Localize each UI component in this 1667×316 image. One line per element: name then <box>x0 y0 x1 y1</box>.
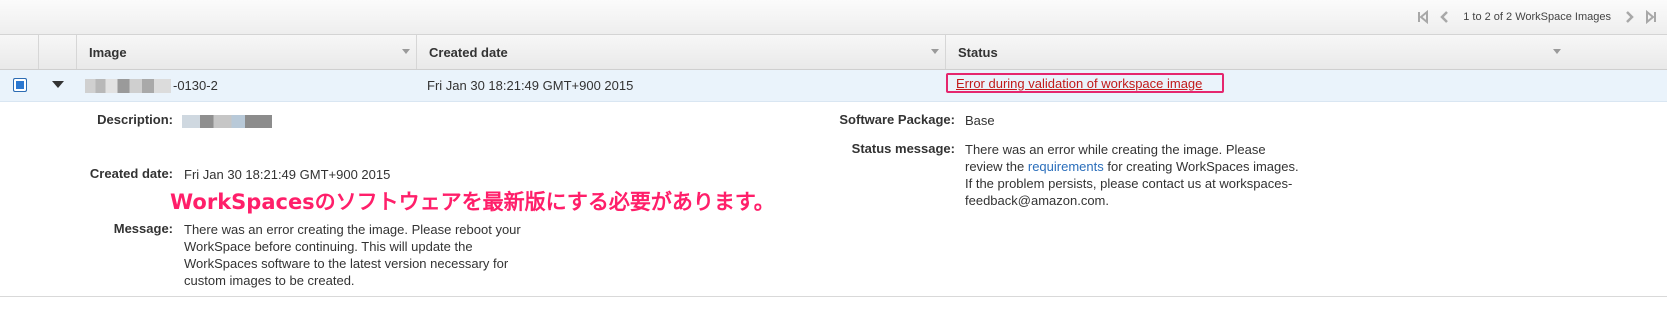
column-header-created-date-label: Created date <box>429 44 508 60</box>
created-date-cell: Fri Jan 30 18:21:49 GMT+900 2015 <box>427 78 634 93</box>
status-message-line: If the problem persists, please contact … <box>965 176 1293 191</box>
column-header-image[interactable]: Image <box>76 35 416 69</box>
status-message-text: There was an error while creating the im… <box>965 141 1365 209</box>
message-line: custom images to be created. <box>184 273 355 288</box>
status-message-label: Status message: <box>851 141 955 156</box>
japanese-annotation-caption: WorkSpacesのソフトウェアを最新版にする必要があります。 <box>170 190 775 214</box>
pagination-bar: 1 to 2 of 2 WorkSpace Images <box>0 0 1667 35</box>
select-column-header <box>0 35 38 69</box>
column-header-image-label: Image <box>89 44 127 60</box>
pager: 1 to 2 of 2 WorkSpace Images <box>1415 8 1659 26</box>
last-page-icon[interactable] <box>1643 9 1659 25</box>
status-message-line: There was an error while creating the im… <box>965 142 1266 157</box>
status-message-line: feedback@amazon.com. <box>965 193 1109 208</box>
status-message-line: review the requirements for creating Wor… <box>965 158 1365 175</box>
status-error-link[interactable]: Error during validation of workspace ima… <box>946 73 1224 93</box>
requirements-link[interactable]: requirements <box>1028 159 1104 174</box>
table-header: Image Created date Status <box>0 35 1667 70</box>
column-header-status[interactable]: Status <box>945 35 1567 69</box>
message-line: There was an error creating the image. P… <box>184 222 521 237</box>
next-page-icon[interactable] <box>1621 9 1637 25</box>
column-header-created-date[interactable]: Created date <box>416 35 945 69</box>
sort-caret-icon[interactable] <box>1553 49 1561 54</box>
column-header-status-label: Status <box>958 44 998 60</box>
expand-column-header <box>38 35 76 69</box>
message-line: WorkSpace before continuing. This will u… <box>184 239 473 254</box>
created-date-value: Fri Jan 30 18:21:49 GMT+900 2015 <box>184 167 391 182</box>
previous-page-icon[interactable] <box>1437 9 1453 25</box>
created-date-label: Created date: <box>89 166 173 181</box>
status-message-text-part: for creating WorkSpaces images. <box>1107 159 1299 174</box>
software-package-value: Base <box>965 113 995 128</box>
first-page-icon[interactable] <box>1415 9 1431 25</box>
software-package-label: Software Package: <box>839 112 955 127</box>
redacted-image-name <box>85 78 171 93</box>
message-label: Message: <box>113 221 173 236</box>
redacted-description <box>182 115 272 128</box>
message-text: There was an error creating the image. P… <box>184 221 544 289</box>
message-line: WorkSpaces software to the latest versio… <box>184 256 509 271</box>
sort-caret-icon[interactable] <box>931 49 939 54</box>
row-select-checkbox[interactable] <box>13 78 27 92</box>
collapse-row-icon[interactable] <box>52 81 64 88</box>
sort-caret-icon[interactable] <box>402 49 410 54</box>
image-name-suffix: -0130-2 <box>173 78 218 93</box>
pagination-status: 1 to 2 of 2 WorkSpace Images <box>1463 11 1611 23</box>
table-row[interactable]: -0130-2 Fri Jan 30 18:21:49 GMT+900 2015 <box>0 70 1667 102</box>
image-name-cell: -0130-2 <box>85 70 218 101</box>
status-message-text-part: review the <box>965 159 1025 174</box>
description-label: Description: <box>97 112 173 127</box>
